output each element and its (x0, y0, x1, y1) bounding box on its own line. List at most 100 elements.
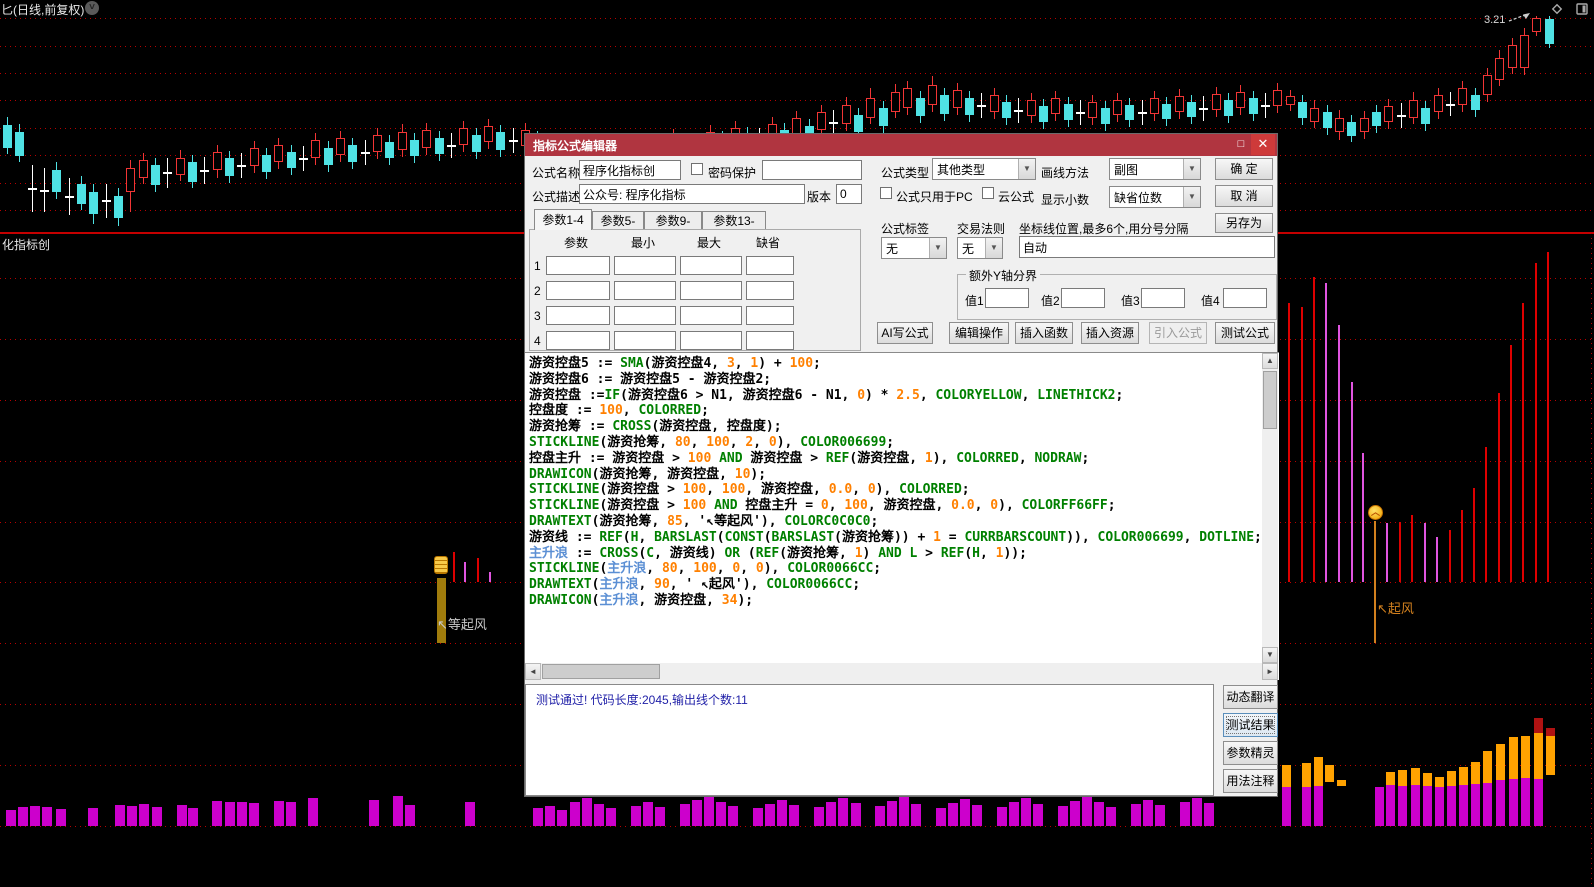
volume-bar (393, 796, 403, 826)
chevron-down-circle-icon[interactable]: ˅ (85, 1, 99, 15)
horizontal-scrollbar[interactable]: ◄ ► (525, 663, 1278, 680)
usage-notes-button[interactable]: 用法注释 (1223, 769, 1278, 793)
up-candle (1236, 92, 1245, 108)
down-candle (1162, 104, 1171, 119)
price-arrow-icon (1508, 13, 1530, 22)
insert-resource-button[interactable]: 插入资源 (1081, 322, 1139, 344)
param-input[interactable] (546, 331, 610, 350)
param-input[interactable] (680, 256, 742, 275)
up-candle (1508, 45, 1517, 68)
tab-params-1-4[interactable]: 参数1-4 (534, 209, 592, 230)
extra-y3-input[interactable] (1141, 288, 1185, 308)
formula-tag-select[interactable]: 无 ▼ (881, 237, 947, 259)
param-input[interactable] (746, 331, 794, 350)
tab-params-9-12[interactable]: 参数9-12 (644, 211, 702, 247)
code-line[interactable]: DRAWTEXT(主升浪, 90, ' ↖起风'), COLOR0066CC; (529, 577, 1259, 593)
param-input[interactable] (546, 256, 610, 275)
draw-method-select[interactable]: 副图 ▼ (1109, 158, 1201, 180)
maximize-icon[interactable]: □ (1233, 137, 1249, 152)
formula-type-select[interactable]: 其他类型 ▼ (932, 158, 1036, 180)
vertical-scrollbar[interactable]: ▲ ▼ (1262, 353, 1278, 663)
scroll-down-icon[interactable]: ▼ (1262, 647, 1278, 663)
param-input[interactable] (746, 281, 794, 300)
import-formula-button[interactable]: 引入公式 (1149, 322, 1207, 344)
volume-bar (42, 807, 52, 826)
formula-name-input[interactable] (579, 160, 681, 180)
code-line[interactable]: 游资控盘 :=IF(游资控盘6 > N1, 游资控盘6 - N1, 0) * 2… (529, 388, 1259, 404)
code-line[interactable]: 控盘主升 := 游资控盘 > 100 AND 游资控盘 > REF(游资控盘, … (529, 451, 1259, 467)
trade-rule-select[interactable]: 无 ▼ (957, 237, 1003, 259)
param-input[interactable] (546, 306, 610, 325)
scroll-up-icon[interactable]: ▲ (1262, 353, 1278, 369)
scroll-right-icon[interactable]: ► (1262, 663, 1278, 680)
volume-bar (1131, 804, 1141, 826)
up-candle (891, 92, 900, 112)
ok-button[interactable]: 确 定 (1215, 158, 1273, 180)
chevron-down-icon[interactable]: ▼ (985, 238, 1002, 258)
version-input[interactable] (836, 184, 862, 204)
horizontal-scroll-thumb[interactable] (542, 664, 660, 679)
close-icon[interactable]: ✕ (1251, 134, 1275, 155)
password-checkbox[interactable] (691, 163, 703, 175)
code-line[interactable]: STICKLINE(游资抢筹, 80, 100, 2, 0), COLOR006… (529, 435, 1259, 451)
test-formula-button[interactable]: 测试公式 (1215, 322, 1275, 344)
up-candle (1175, 96, 1184, 112)
code-line[interactable]: DRAWICON(游资抢筹, 游资控盘, 10); (529, 467, 1259, 483)
param-input[interactable] (614, 281, 676, 300)
formula-code-editor[interactable]: 游资控盘5 := SMA(游资控盘4, 3, 1) + 100; 游资控盘6 :=… (525, 352, 1279, 680)
axis-position-input[interactable] (1019, 236, 1275, 258)
code-line[interactable]: 游资线 := REF(H, BARSLAST(CONST(BARSLAST(游资… (529, 530, 1262, 546)
param-input[interactable] (614, 306, 676, 325)
extra-y2-input[interactable] (1061, 288, 1105, 308)
vertical-scroll-thumb[interactable] (1263, 371, 1277, 429)
code-line[interactable]: STICKLINE(主升浪, 80, 100, 0, 0), COLOR0066… (529, 561, 1259, 577)
param-input[interactable] (614, 331, 676, 350)
code-line[interactable]: 游资抢筹 := CROSS(游资控盘, 控盘度); (529, 419, 1259, 435)
ai-write-formula-button[interactable]: AI写公式 (877, 322, 933, 344)
chevron-down-icon[interactable]: ▼ (1183, 187, 1200, 207)
code-line[interactable]: 主升浪 := CROSS(C, 游资线) OR (REF(游资抢筹, 1) AN… (529, 546, 1259, 562)
scroll-left-icon[interactable]: ◄ (525, 663, 541, 680)
volume-bar (1155, 805, 1165, 826)
extra-y1-input[interactable] (985, 288, 1029, 308)
diamond-icon[interactable] (1551, 3, 1563, 15)
decimals-select[interactable]: 缺省位数 ▼ (1109, 186, 1201, 208)
chevron-down-icon[interactable]: ▼ (1018, 159, 1035, 179)
tab-params-13-16[interactable]: 参数13-16 (702, 211, 766, 247)
param-input[interactable] (546, 281, 610, 300)
formula-desc-input[interactable] (579, 184, 805, 204)
edit-operations-button[interactable]: 编辑操作 (949, 322, 1009, 344)
test-result-button[interactable]: 测试结果 (1223, 713, 1278, 737)
param-input[interactable] (680, 281, 742, 300)
extra-y4-input[interactable] (1223, 288, 1267, 308)
up-candle (336, 138, 345, 155)
param-wizard-button[interactable]: 参数精灵 (1223, 741, 1278, 765)
insert-function-button[interactable]: 插入函数 (1015, 322, 1073, 344)
extra-y1-label: 值1 (965, 294, 984, 308)
cancel-button[interactable]: 取 消 (1215, 185, 1273, 207)
password-input[interactable] (762, 160, 862, 180)
param-input[interactable] (680, 306, 742, 325)
param-input[interactable] (746, 306, 794, 325)
tab-params-5-8[interactable]: 参数5-8 (592, 211, 644, 247)
code-line[interactable]: DRAWICON(主升浪, 游资控盘, 34); (529, 593, 1259, 609)
doji-candle (1199, 108, 1208, 110)
dynamic-translate-button[interactable]: 动态翻译 (1223, 685, 1278, 709)
code-line[interactable]: STICKLINE(游资控盘 > 100 AND 控盘主升 = 0, 100, … (529, 498, 1259, 514)
code-line[interactable]: 游资控盘6 := 游资控盘5 - 游资控盘2; (529, 372, 1259, 388)
cloud-formula-checkbox[interactable] (982, 187, 994, 199)
chevron-down-icon[interactable]: ▼ (929, 238, 946, 258)
panel-layout-icon[interactable] (1576, 3, 1588, 15)
chevron-down-icon[interactable]: ▼ (1183, 159, 1200, 179)
code-line[interactable]: STICKLINE(游资控盘 > 100, 100, 游资控盘, 0.0, 0)… (529, 482, 1259, 498)
param-row: 4 (534, 328, 860, 353)
dialog-titlebar[interactable]: 指标公式编辑器 □ ✕ (525, 134, 1277, 156)
param-input[interactable] (680, 331, 742, 350)
save-as-button[interactable]: 另存为 (1215, 213, 1273, 233)
code-line[interactable]: 游资控盘5 := SMA(游资控盘4, 3, 1) + 100; (529, 356, 1259, 372)
code-line[interactable]: 控盘度 := 100, COLORRED; (529, 403, 1259, 419)
code-line[interactable]: DRAWTEXT(游资抢筹, 85, '↖等起风'), COLORC0C0C0; (529, 514, 1259, 530)
param-input[interactable] (614, 256, 676, 275)
pc-only-checkbox[interactable] (880, 187, 892, 199)
param-input[interactable] (746, 256, 794, 275)
